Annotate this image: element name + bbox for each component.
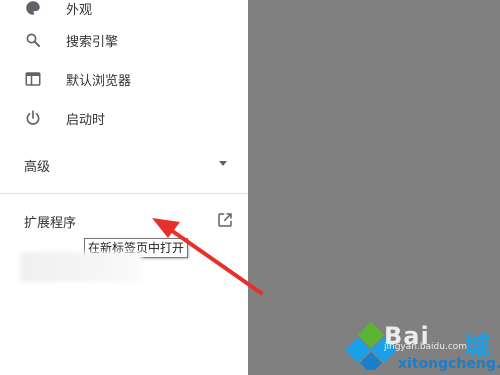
sidebar-item-search-engine[interactable]: 搜索引擎 — [0, 20, 248, 60]
extensions-label: 扩展程序 — [24, 216, 77, 231]
advanced-section-toggle[interactable]: 高级 — [0, 146, 248, 182]
modal-overlay[interactable] — [248, 0, 500, 375]
watermark-sub: jingyan.baidu.com — [384, 342, 468, 352]
sidebar-item-label: 搜索引擎 — [66, 34, 119, 50]
advanced-label: 高级 — [24, 160, 51, 175]
power-icon — [23, 108, 43, 128]
palette-icon — [23, 0, 43, 18]
screen: 外观 搜索引擎 默认浏览器 启动时 高级 扩展程序 在新标签页中打开 Bai j… — [0, 0, 500, 375]
sidebar-item-extensions[interactable]: 扩展程序 — [0, 205, 248, 237]
sidebar-item-label: 默认浏览器 — [66, 73, 132, 89]
settings-sidebar: 外观 搜索引擎 默认浏览器 启动时 高级 扩展程序 在新标签页中打开 — [0, 0, 248, 375]
sidebar-item-label: 外观 — [66, 2, 93, 18]
browser-window-icon — [23, 69, 43, 89]
search-icon — [23, 30, 43, 50]
sidebar-item-on-startup[interactable]: 启动时 — [0, 98, 248, 138]
redacted-area — [20, 252, 142, 282]
watermark-domain: xitongcheng.com — [398, 356, 500, 372]
divider — [0, 193, 248, 194]
open-in-new-tab-icon[interactable] — [216, 211, 234, 229]
caret-down-icon — [219, 161, 227, 166]
sidebar-item-label: 启动时 — [66, 112, 106, 128]
sidebar-item-default-browser[interactable]: 默认浏览器 — [0, 59, 248, 99]
